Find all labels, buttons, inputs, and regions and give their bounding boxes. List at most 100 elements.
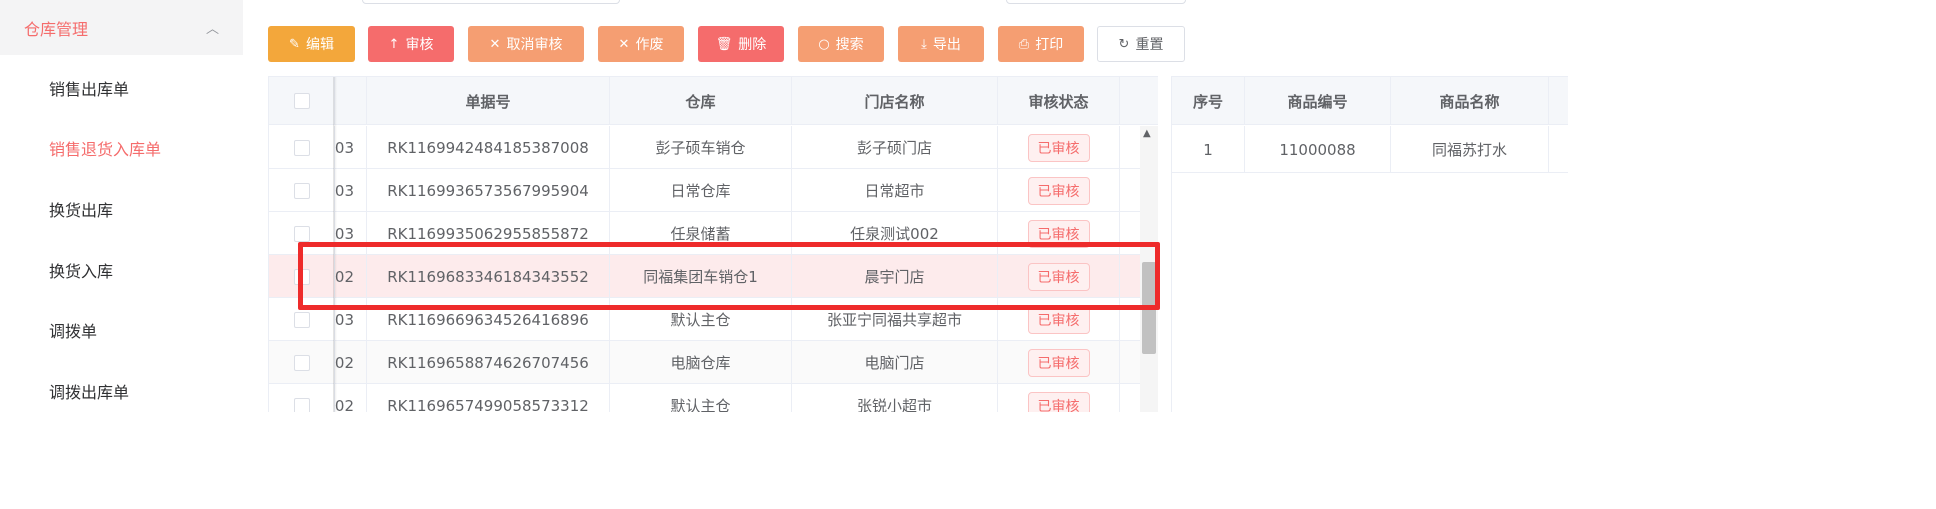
table-row[interactable]: 03 RK1169936573567995904 日常仓库 日常超市 已审核	[269, 169, 1158, 212]
header-product-name[interactable]: 商品名称	[1391, 77, 1549, 125]
refresh-icon: ↻	[1118, 36, 1130, 52]
print-button[interactable]: ⎙ 打印	[998, 26, 1084, 62]
row-doc-no: RK1169936573567995904	[367, 169, 610, 212]
header-extra	[1120, 77, 1158, 125]
sidebar-item-label: 销售出库单	[49, 80, 130, 99]
row-checkbox[interactable]	[293, 311, 310, 328]
status-badge: 已审核	[1027, 262, 1090, 291]
header-doc-no[interactable]: 单据号	[367, 77, 610, 125]
delete-button[interactable]: 🗑 删除	[698, 26, 784, 62]
row-select	[269, 212, 335, 255]
cancel-audit-button-label: 取消审核	[506, 37, 563, 53]
row-warehouse: 默认主仓	[610, 298, 792, 341]
audit-button-label: 审核	[405, 37, 434, 53]
header-seq[interactable]: 序号	[1172, 77, 1245, 125]
sidebar-item-label: 换货入库	[49, 262, 114, 281]
header-date-col	[335, 77, 367, 125]
audit-button[interactable]: ↑ 审核	[368, 26, 454, 62]
row-date-fragment: 02	[335, 255, 367, 298]
row-date-fragment: 03	[335, 298, 367, 341]
header-extra	[1549, 77, 1568, 125]
detail-row[interactable]: 1 11000088 同福苏打水	[1172, 126, 1568, 173]
page: 仓库管理 ︿ 销售出库单 销售退货入库单 换货出库 换货入库 调拨单 调拨出库单…	[0, 0, 1568, 412]
header-select-all	[269, 77, 335, 125]
row-doc-no: RK1169942484185387008	[367, 126, 610, 169]
sidebar-item-transfer[interactable]: 调拨单	[0, 300, 243, 360]
scrollbar-thumb[interactable]	[1142, 262, 1156, 354]
table-row[interactable]: 03 RK1169942484185387008 彭子硕车销仓 彭子硕门店 已审…	[269, 126, 1158, 169]
sidebar-item-label: 销售退货入库单	[49, 140, 162, 159]
void-button-label: 作废	[635, 37, 664, 53]
scroll-up-arrow-icon[interactable]: ▲	[1143, 128, 1151, 139]
sidebar-item-sales-return-inbound[interactable]: 销售退货入库单	[0, 118, 243, 178]
sidebar-item-label: 换货出库	[49, 201, 114, 220]
header-product-code[interactable]: 商品编号	[1245, 77, 1391, 125]
row-checkbox[interactable]	[293, 397, 310, 412]
search-button[interactable]: ○ 搜索	[798, 26, 884, 62]
header-status[interactable]: 审核状态	[998, 77, 1120, 125]
row-doc-no: RK1169658874626707456	[367, 341, 610, 384]
sidebar-item-sales-outbound[interactable]: 销售出库单	[0, 58, 243, 118]
row-status: 已审核	[998, 341, 1120, 384]
print-button-label: 打印	[1035, 37, 1064, 53]
row-select	[269, 298, 335, 341]
arrow-up-icon: ↑	[388, 36, 400, 52]
row-doc-no: RK1169657499058573312	[367, 384, 610, 412]
table-row[interactable]: 02 RK1169658874626707456 电脑仓库 电脑门店 已审核	[269, 341, 1158, 384]
edit-button-label: 编辑	[305, 37, 334, 53]
sidebar-item-transfer-outbound[interactable]: 调拨出库单	[0, 361, 243, 412]
row-status: 已审核	[998, 384, 1120, 412]
row-checkbox[interactable]	[293, 354, 310, 371]
select-all-checkbox[interactable]	[293, 93, 310, 109]
row-warehouse: 同福集团车销仓1	[610, 255, 792, 298]
table-row[interactable]: 03 RK1169935062955855872 任泉储蓄 任泉测试002 已审…	[269, 212, 1158, 255]
filter-input[interactable]	[1006, 0, 1186, 4]
reset-button[interactable]: ↻ 重置	[1097, 26, 1185, 62]
void-button[interactable]: ✕ 作废	[598, 26, 684, 62]
row-select	[269, 126, 335, 169]
row-checkbox[interactable]	[293, 182, 310, 199]
row-warehouse: 日常仓库	[610, 169, 792, 212]
row-checkbox[interactable]	[293, 268, 310, 285]
table-row[interactable]: 03 RK1169669634526416896 默认主仓 张亚宁同福共享超市 …	[269, 298, 1158, 341]
menu-group-warehouse[interactable]: 仓库管理 ︿	[0, 0, 243, 55]
status-badge: 已审核	[1027, 348, 1090, 377]
row-store: 彭子硕门店	[792, 126, 998, 169]
sidebar-item-label: 调拨单	[49, 322, 98, 341]
status-badge: 已审核	[1027, 391, 1090, 412]
export-button-label: 导出	[932, 37, 961, 53]
row-warehouse: 默认主仓	[610, 384, 792, 412]
row-checkbox[interactable]	[293, 139, 310, 156]
edit-button[interactable]: ✎ 编辑	[268, 26, 355, 62]
cancel-audit-button[interactable]: ✕ 取消审核	[468, 26, 584, 62]
row-warehouse: 任泉储蓄	[610, 212, 792, 255]
export-button[interactable]: ⤓ 导出	[898, 26, 984, 62]
row-store: 任泉测试002	[792, 212, 998, 255]
reset-button-label: 重置	[1135, 37, 1164, 53]
row-doc-no: RK1169669634526416896	[367, 298, 610, 341]
table-row[interactable]: 02 RK1169657499058573312 默认主仓 张锐小超市 已审核	[269, 384, 1158, 412]
sidebar-item-label: 调拨出库单	[49, 383, 130, 402]
header-store[interactable]: 门店名称	[792, 77, 998, 125]
fixed-column-shadow	[333, 77, 337, 412]
detail-product-code: 11000088	[1245, 126, 1391, 173]
sidebar-item-exchange-outbound[interactable]: 换货出库	[0, 179, 243, 239]
row-select	[269, 169, 335, 212]
download-icon: ⤓	[921, 36, 927, 52]
filter-input[interactable]	[362, 0, 620, 4]
chevron-up-icon: ︿	[205, 22, 219, 37]
close-icon: ✕	[618, 36, 630, 52]
table-row-selected[interactable]: 02 RK1169683346184343552 同福集团车销仓1 晨宇门店 已…	[269, 255, 1158, 298]
row-warehouse: 电脑仓库	[610, 341, 792, 384]
status-badge: 已审核	[1027, 219, 1090, 248]
row-status: 已审核	[998, 255, 1120, 298]
header-warehouse[interactable]: 仓库	[610, 77, 792, 125]
edit-icon: ✎	[289, 36, 300, 52]
sidebar-item-exchange-inbound[interactable]: 换货入库	[0, 240, 243, 300]
search-button-label: 搜索	[835, 37, 864, 53]
row-status: 已审核	[998, 126, 1120, 169]
table-header: 单据号 仓库 门店名称 审核状态	[269, 77, 1158, 125]
delete-button-label: 删除	[738, 37, 767, 53]
printer-icon: ⎙	[1018, 36, 1030, 52]
row-checkbox[interactable]	[293, 225, 310, 242]
